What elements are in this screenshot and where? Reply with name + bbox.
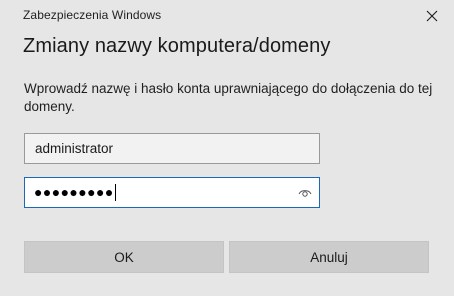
dialog-description: Wprowadź nazwę i hasło konta uprawniając…: [24, 81, 433, 114]
username-field[interactable]: administrator: [24, 133, 320, 164]
close-button[interactable]: [420, 4, 444, 28]
credential-dialog: Zabezpieczenia Windows Zmiany nazwy komp…: [0, 0, 454, 296]
dialog-heading: Zmiany nazwy komputera/domeny: [23, 35, 331, 57]
password-value: ●●●●●●●●●: [34, 184, 114, 200]
cancel-button[interactable]: Anuluj: [229, 241, 429, 273]
password-field[interactable]: ●●●●●●●●●: [24, 177, 320, 208]
reveal-password-button[interactable]: [296, 184, 313, 201]
window-title: Zabezpieczenia Windows: [23, 8, 162, 22]
close-icon: [426, 10, 438, 22]
ok-button[interactable]: OK: [24, 241, 224, 273]
username-value: administrator: [35, 141, 114, 156]
eye-icon: [298, 189, 311, 197]
text-caret: [114, 184, 116, 201]
